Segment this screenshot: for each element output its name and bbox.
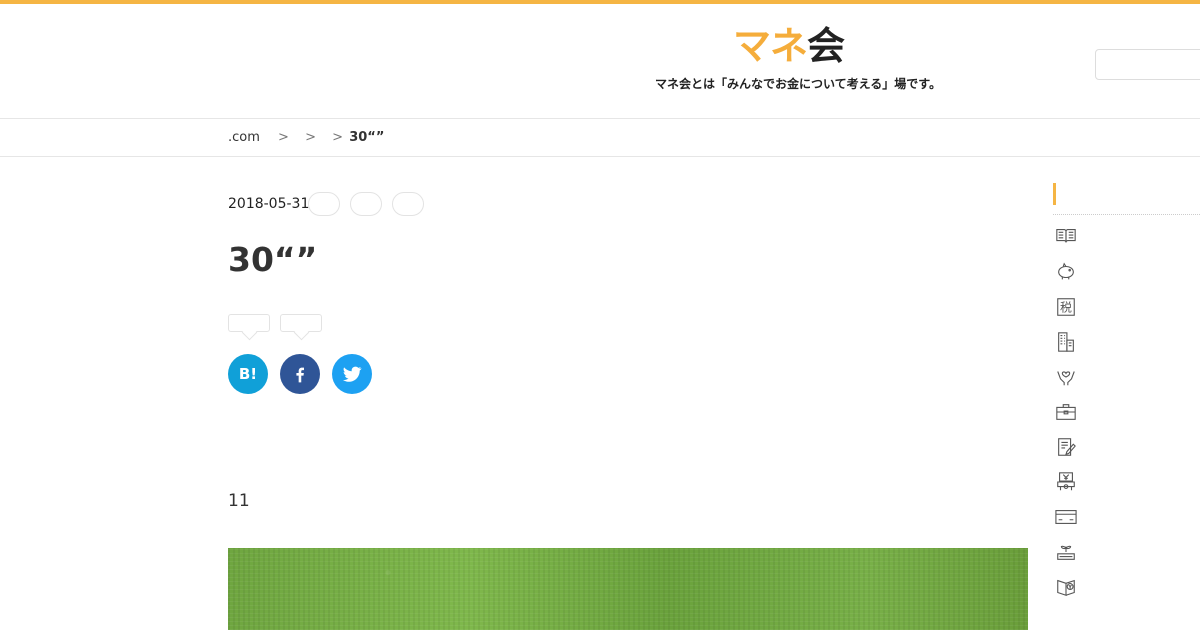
breadcrumb-separator: > (332, 130, 344, 145)
twitter-icon (342, 366, 362, 382)
sidebar-divider (1053, 214, 1200, 215)
hatena-share-count (228, 314, 270, 332)
twitter-share-button[interactable] (332, 354, 372, 394)
svg-text:税: 税 (1060, 301, 1072, 315)
breadcrumb-separator: > (278, 130, 289, 145)
category-tag[interactable] (308, 192, 340, 216)
sidebar-heading-accent (1053, 183, 1056, 205)
breadcrumb-separator: > (305, 130, 316, 145)
breadcrumb-current: 30“” (349, 130, 385, 145)
book-icon[interactable] (1055, 225, 1077, 247)
logo-text: 会 (807, 24, 845, 68)
document-pen-icon[interactable] (1055, 436, 1077, 458)
article-hero-image (228, 548, 1028, 630)
category-tag[interactable] (350, 192, 382, 216)
yen-book-icon[interactable] (1055, 576, 1077, 598)
site-tagline: マネ会とは「みんなでお金について考える」場です。 (655, 77, 942, 91)
breadcrumb: .com > > > 30“” (228, 130, 384, 145)
facebook-icon (296, 367, 304, 383)
facebook-share-count (280, 314, 322, 332)
piggy-bank-icon[interactable] (1055, 261, 1077, 283)
site-logo[interactable]: マネ会 (733, 24, 845, 68)
hatena-bookmark-icon: B! (238, 365, 258, 383)
search-input[interactable] (1095, 49, 1200, 80)
article-body-text: 11 (228, 491, 250, 511)
hands-care-icon[interactable] (1055, 366, 1077, 388)
hatena-bookmark-button[interactable]: B! (228, 354, 268, 394)
breadcrumb-home-link[interactable]: .com (228, 130, 260, 145)
sprout-coin-icon[interactable] (1055, 541, 1077, 563)
category-tag[interactable] (392, 192, 424, 216)
facebook-share-button[interactable] (280, 354, 320, 394)
breadcrumb-bar: .com > > > 30“” (0, 118, 1200, 157)
logo-accent-text: マネ (733, 24, 808, 68)
article-title: 30“” (228, 240, 318, 279)
site-header: マネ会 マネ会とは「みんなでお金について考える」場です。 (0, 4, 1200, 118)
article-date: 2018-05-31 (228, 196, 310, 212)
tax-icon[interactable]: 税 (1055, 296, 1077, 318)
building-icon[interactable] (1055, 331, 1077, 353)
briefcase-icon[interactable] (1055, 401, 1077, 423)
yen-house-icon[interactable] (1055, 471, 1077, 493)
credit-card-icon[interactable] (1055, 506, 1077, 528)
